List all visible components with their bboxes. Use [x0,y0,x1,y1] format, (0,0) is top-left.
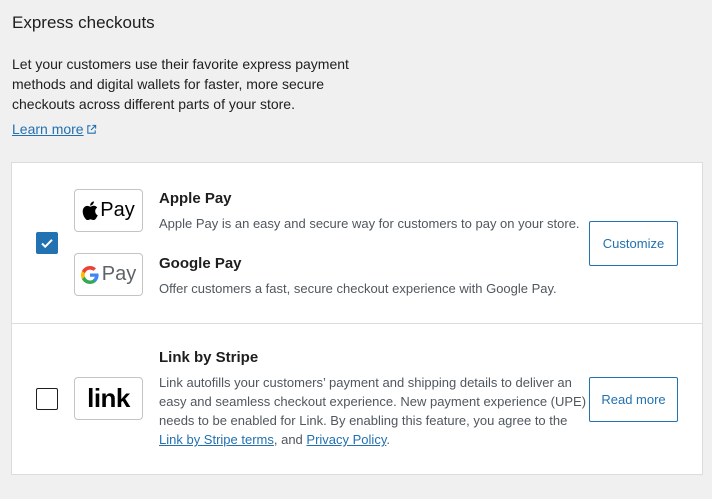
link-logo: link [74,377,143,420]
checkmark-icon [41,239,53,249]
link-description-text: Link autofills your customers’ payment a… [159,375,587,428]
google-pay-description: Offer customers a fast, secure checkout … [159,281,557,296]
google-pay-logo: Pay [74,253,143,296]
learn-more-link[interactable]: Learn more [12,121,97,137]
external-link-icon [86,124,96,134]
link-by-stripe-description: Link autofills your customers’ payment a… [159,373,589,449]
link-by-stripe-terms-link[interactable]: Link by Stripe terms [159,432,274,447]
privacy-policy-link[interactable]: Privacy Policy [306,432,386,447]
link-description-end: . [386,432,390,447]
link-by-stripe-title: Link by Stripe [159,349,259,366]
section-description: Let your customers use their favorite ex… [12,56,349,112]
apple-pay-logo-text: Pay [100,199,135,221]
apple-pay-logo: Pay [74,189,143,232]
apple-pay-title: Apple Pay [159,190,232,207]
row-divider [12,323,702,324]
customize-button[interactable]: Customize [589,221,678,266]
learn-more-label: Learn more [12,121,84,137]
google-pay-title: Google Pay [159,255,242,272]
link-by-stripe-checkbox[interactable] [36,388,58,410]
section-title: Express checkouts [12,13,155,32]
express-checkout-card: Pay Apple Pay Apple Pay is an easy and s… [11,162,703,475]
link-logo-text: link [87,383,130,413]
apple-icon [82,201,98,220]
read-more-button[interactable]: Read more [589,377,678,422]
link-description-separator: , and [273,432,307,447]
google-pay-logo-text: Pay [101,263,137,285]
google-g-icon [80,265,99,284]
apple-pay-description: Apple Pay is an easy and secure way for … [159,216,580,231]
apple-google-pay-checkbox[interactable] [36,232,58,254]
